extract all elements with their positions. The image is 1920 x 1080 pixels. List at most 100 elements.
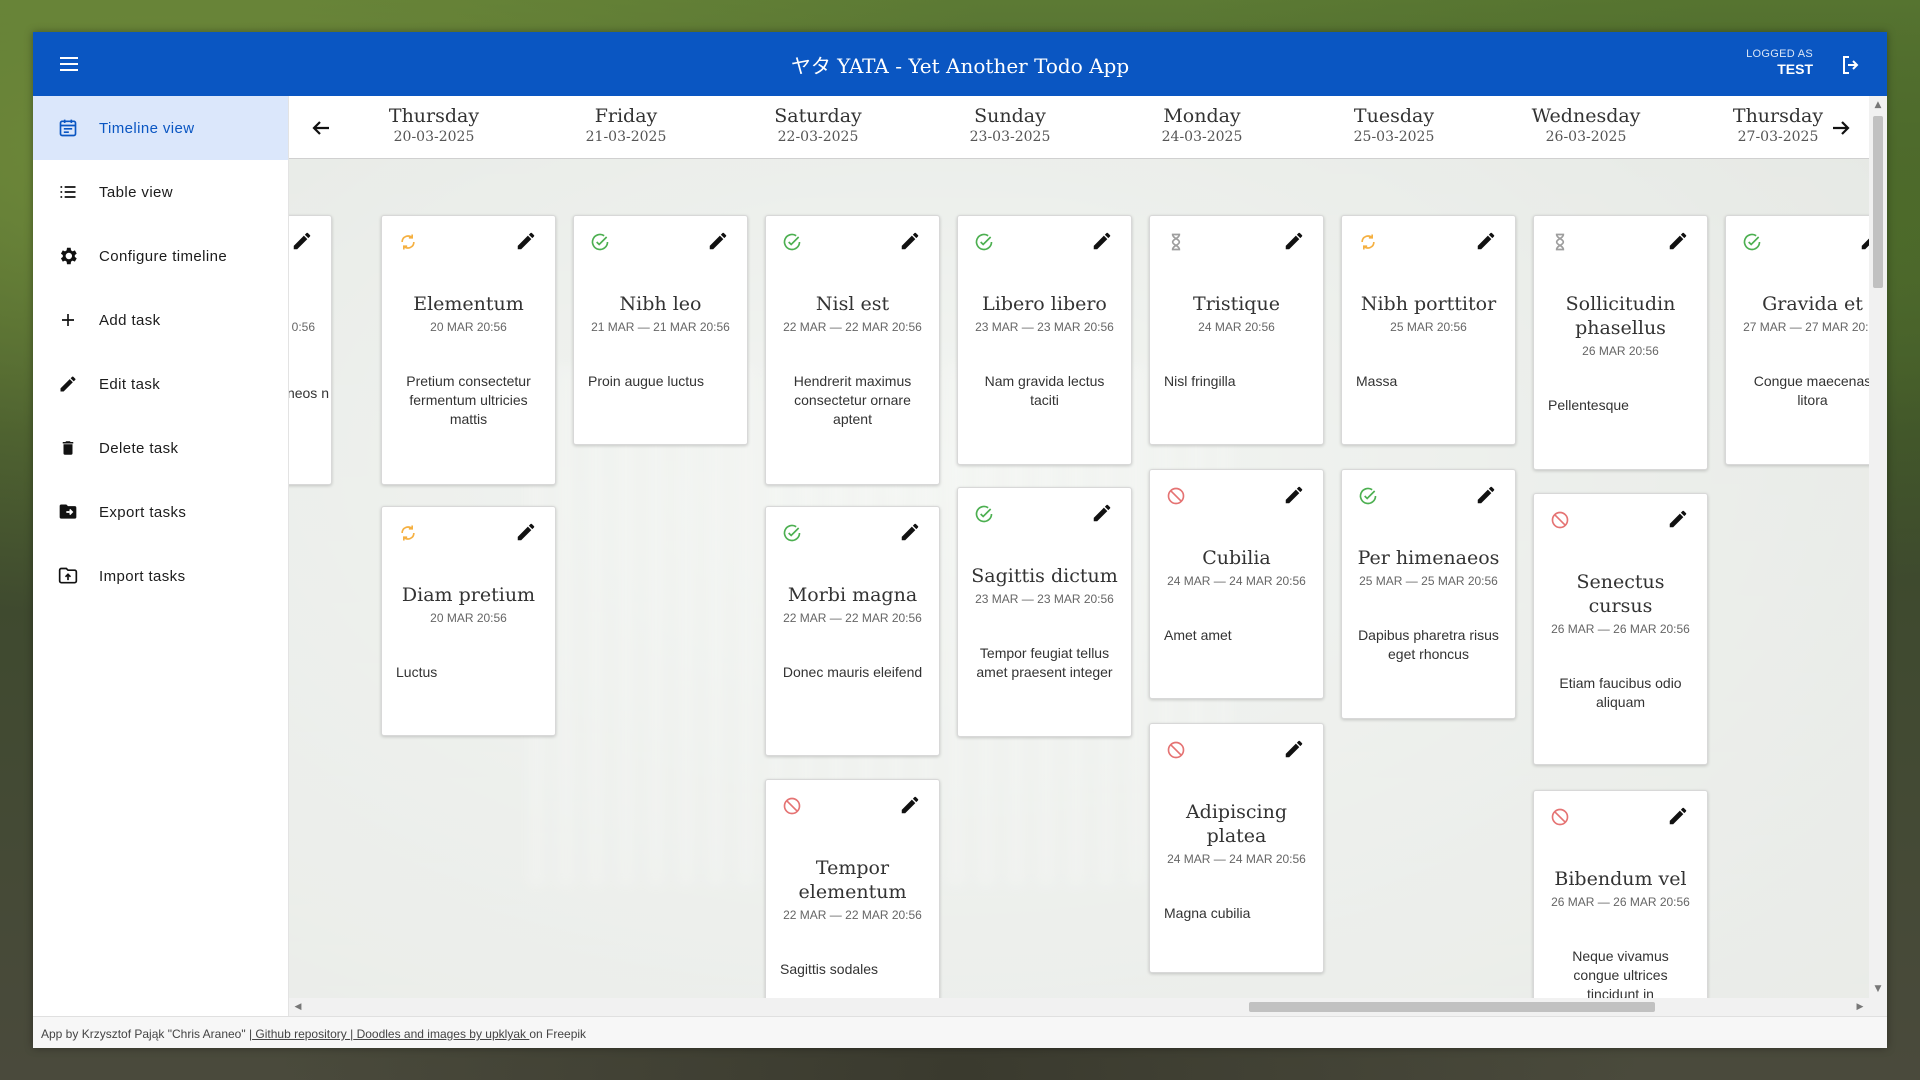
cancelled-icon [1166,486,1186,506]
task-card[interactable]: Tristique 24 MAR 20:56 Nisl fringilla [1149,215,1324,445]
task-date: 23 MAR — 23 MAR 20:56 [975,320,1114,334]
arrow-right-icon[interactable] [1829,116,1853,140]
scroll-left-icon[interactable]: ◀ [291,998,305,1016]
task-card[interactable]: Tempor elementum 22 MAR — 22 MAR 20:56 S… [765,779,940,1016]
task-date: 20 MAR 20:56 [430,320,507,334]
task-card[interactable]: Bibendum vel 26 MAR — 26 MAR 20:56 Neque… [1533,790,1708,1016]
task-description: neos n [289,385,329,401]
task-card[interactable]: Sagittis dictum 23 MAR — 23 MAR 20:56 Te… [957,487,1132,737]
task-title: Gravida et [1762,293,1863,315]
scroll-thumb[interactable] [1873,116,1883,288]
sidebar-item-add-task[interactable]: Add task [33,288,288,352]
task-description: Hendrerit maximus consectetur ornare apt… [793,373,912,427]
task-title: Elementum [413,293,524,315]
edit-icon[interactable] [1667,508,1691,532]
sidebar-item-import-tasks[interactable]: Import tasks [33,544,288,608]
task-description: Pellentesque [1548,397,1629,413]
day-date: 20-03-2025 [393,129,475,145]
done-icon [590,232,610,252]
sidebar-item-delete-task[interactable]: Delete task [33,416,288,480]
logout-icon[interactable] [1839,53,1863,77]
task-date: 25 MAR 20:56 [1390,320,1467,334]
task-description: Donec mauris eleifend [782,664,923,680]
doodles-link[interactable]: Doodles and images by upklyak [353,1027,529,1041]
done-icon [1358,486,1378,506]
day-name: Thursday [388,105,480,127]
task-card[interactable]: Adipiscing platea 24 MAR — 24 MAR 20:56 … [1149,723,1324,973]
in-progress-icon [398,232,418,252]
sidebar-item-timeline-view[interactable]: Timeline view [33,96,288,160]
task-title: Morbi magna [787,584,918,606]
task-card[interactable]: Nibh leo 21 MAR — 21 MAR 20:56 Proin aug… [573,215,748,445]
task-description: Nisl fringilla [1164,373,1236,389]
sidebar-item-configure-timeline[interactable]: Configure timeline [33,224,288,288]
task-title: Nisl est [815,293,890,315]
task-description: Etiam faucibus odio aliquam [1559,675,1682,710]
sidebar-item-label: Table view [99,183,174,201]
github-repository-link[interactable]: Github repository [252,1027,350,1041]
edit-icon[interactable] [1475,230,1499,254]
edit-icon[interactable] [291,230,315,254]
edit-icon[interactable] [1091,230,1115,254]
app-window: ヤタ YATA - Yet Another Todo App LOGGED AS… [33,32,1887,1048]
task-description: Pretium consectetur fermentum ultricies … [406,373,531,427]
task-card[interactable]: Senectus cursus 26 MAR — 26 MAR 20:56 Et… [1533,493,1708,765]
task-card[interactable]: Sollicitudin phasellus 26 MAR 20:56 Pell… [1533,215,1708,470]
task-card[interactable]: 0:56 neos n [289,215,332,485]
task-date: 25 MAR — 25 MAR 20:56 [1359,574,1498,588]
task-date: 24 MAR 20:56 [1198,320,1275,334]
edit-icon[interactable] [1667,230,1691,254]
task-description: Congue maecenas litora [1753,373,1872,408]
edit-icon[interactable] [899,230,923,254]
sidebar-item-label: Timeline view [99,119,195,137]
task-card[interactable]: Nibh porttitor 25 MAR 20:56 Massa [1341,215,1516,445]
arrow-left-icon[interactable] [309,116,333,140]
task-description: Magna cubilia [1164,905,1251,921]
task-title: Senectus cursus [1576,571,1665,617]
task-card[interactable]: Per himenaeos 25 MAR — 25 MAR 20:56 Dapi… [1341,469,1516,719]
task-card[interactable]: Libero libero 23 MAR — 23 MAR 20:56 Nam … [957,215,1132,465]
cancelled-icon [1550,807,1570,827]
task-card[interactable]: Elementum 20 MAR 20:56 Pretium consectet… [381,215,556,485]
task-card[interactable]: Morbi magna 22 MAR — 22 MAR 20:56 Donec … [765,506,940,756]
task-card[interactable]: Gravida et 27 MAR — 27 MAR 20:56 Congue … [1725,215,1887,465]
task-title: Nibh leo [619,293,702,315]
scroll-down-icon[interactable]: ▼ [1869,982,1887,996]
task-title: Sagittis dictum [971,565,1118,587]
plus-icon [57,309,79,331]
task-card[interactable]: Cubilia 24 MAR — 24 MAR 20:56 Amet amet [1149,469,1324,699]
edit-icon[interactable] [1091,502,1115,526]
edit-icon[interactable] [707,230,731,254]
sidebar-item-export-tasks[interactable]: Export tasks [33,480,288,544]
sidebar-item-label: Edit task [99,375,161,393]
edit-icon[interactable] [1475,484,1499,508]
sidebar-item-edit-task[interactable]: Edit task [33,352,288,416]
edit-icon[interactable] [1283,738,1307,762]
task-card[interactable]: Diam pretium 20 MAR 20:56 Luctus [381,506,556,736]
sidebar-item-table-view[interactable]: Table view [33,160,288,224]
task-title: Cubilia [1202,547,1271,569]
task-card[interactable]: Nisl est 22 MAR — 22 MAR 20:56 Hendrerit… [765,215,940,485]
scroll-up-icon[interactable]: ▲ [1869,98,1887,112]
edit-icon[interactable] [1283,484,1307,508]
import-icon [57,565,79,587]
task-date: 24 MAR — 24 MAR 20:56 [1167,852,1306,866]
edit-icon[interactable] [899,521,923,545]
day-name: Tuesday [1353,105,1435,127]
task-title: Nibh porttitor [1360,293,1497,315]
horizontal-scrollbar[interactable]: ◀ ▶ [289,998,1887,1016]
edit-icon[interactable] [1283,230,1307,254]
day-date: 24-03-2025 [1161,129,1243,145]
edit-icon[interactable] [515,230,539,254]
edit-icon[interactable] [1667,805,1691,829]
day-date: 21-03-2025 [585,129,667,145]
export-icon [57,501,79,523]
scroll-right-icon[interactable]: ▶ [1853,998,1867,1016]
scroll-thumb[interactable] [1249,1002,1655,1012]
vertical-scrollbar[interactable]: ▲ ▼ [1869,96,1887,998]
calendar-icon [57,117,79,139]
edit-icon[interactable] [515,521,539,545]
sidebar-item-label: Delete task [99,439,179,457]
task-title: Adipiscing platea [1185,801,1288,847]
edit-icon[interactable] [899,794,923,818]
